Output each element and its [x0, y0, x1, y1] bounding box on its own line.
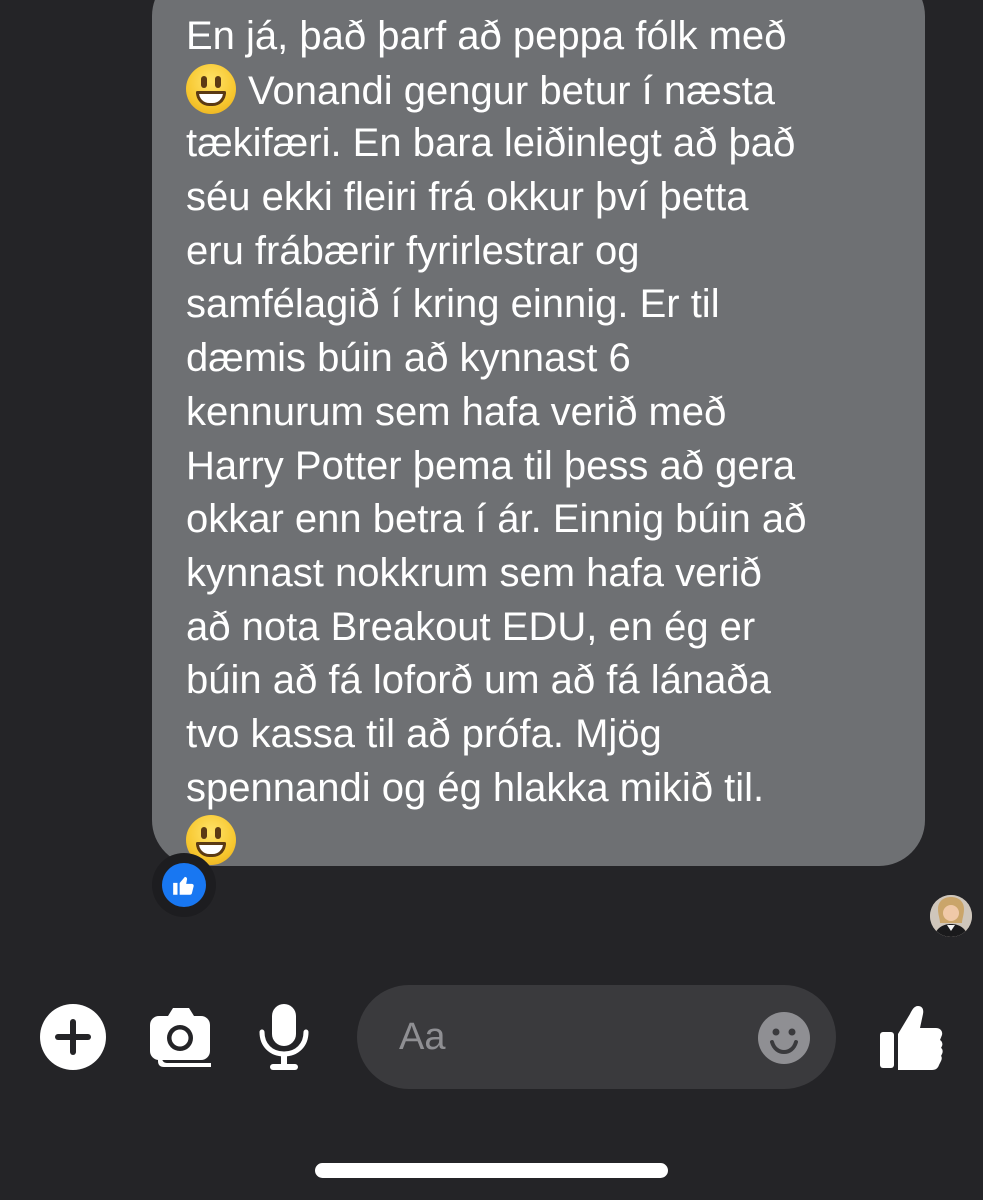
grinning-face-emoji-icon	[186, 63, 236, 114]
messenger-conversation-screen: En já, það þarf að peppa fólk með Vonand…	[0, 0, 983, 1200]
message-line: Harry Potter þema til þess að gera	[186, 443, 796, 488]
emoji-icon	[758, 1012, 810, 1064]
message-line: dæmis búin að kynnast 6	[186, 336, 631, 381]
message-line: kennurum sem hafa verið með	[186, 389, 727, 434]
like-reaction-badge[interactable]	[152, 853, 216, 917]
microphone-icon	[259, 1004, 309, 1070]
message-line: búin að fá loforð um að fá lánaða	[186, 658, 771, 703]
message-line: spennandi og ég hlakka mikið til.	[186, 765, 765, 810]
reaction-circle	[162, 863, 206, 907]
emoji-button[interactable]	[757, 1011, 811, 1065]
message-line: eru frábærir fyrirlestrar og	[186, 228, 640, 273]
add-button[interactable]	[40, 1004, 106, 1070]
plus-icon	[40, 1004, 106, 1070]
thumbs-up-icon	[880, 1006, 943, 1070]
message-line: Vonandi gengur betur í næsta	[248, 68, 776, 113]
message-line: tækifæri. En bara leiðinlegt að það	[186, 121, 796, 166]
message-line: tvo kassa til að prófa. Mjög	[186, 711, 662, 756]
home-indicator[interactable]	[315, 1163, 668, 1178]
message-line: samfélagið í kring einnig. Er til	[186, 282, 720, 327]
message-line: séu ekki fleiri frá okkur því þetta	[186, 175, 749, 220]
message-bubble[interactable]: En já, það þarf að peppa fólk með Vonand…	[152, 0, 925, 866]
camera-icon	[150, 1008, 211, 1067]
message-line: okkar enn betra í ár. Einnig búin að	[186, 497, 807, 542]
message-line: að nota Breakout EDU, en ég er	[186, 604, 756, 649]
message-composer[interactable]	[357, 985, 836, 1089]
microphone-button[interactable]	[258, 1002, 310, 1072]
camera-button[interactable]	[148, 1006, 218, 1068]
message-input[interactable]	[399, 1011, 739, 1063]
message-line-emoji	[186, 815, 905, 869]
avatar-portrait-icon	[930, 895, 972, 937]
seen-avatar	[930, 895, 972, 937]
message-line: En já, það þarf að peppa fólk með	[186, 14, 787, 58]
thumbs-up-reaction-icon	[173, 876, 194, 895]
send-like-button[interactable]	[878, 1004, 944, 1072]
message-line: kynnast nokkrum sem hafa verið	[186, 550, 762, 595]
message-line-with-emoji: Vonandi gengur betur í næsta	[186, 63, 905, 118]
